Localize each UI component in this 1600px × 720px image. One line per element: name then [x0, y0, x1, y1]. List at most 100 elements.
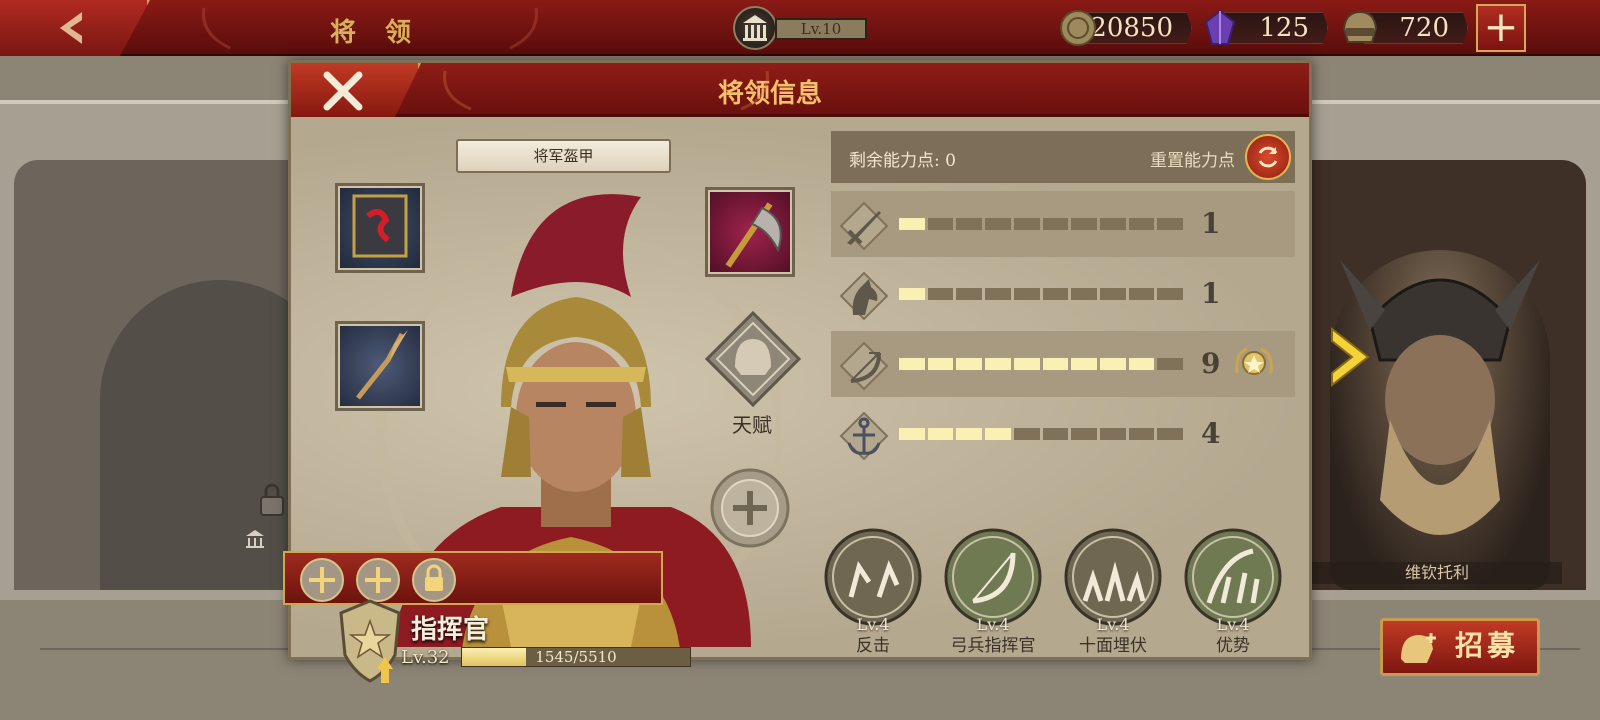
page-title: 将 领	[330, 18, 422, 48]
stat-segment	[1099, 218, 1126, 230]
dialog-title: 将领信息	[717, 79, 822, 109]
stat-segment	[1128, 428, 1155, 440]
equipment-slot-axe[interactable]	[705, 187, 795, 277]
armor-label[interactable]: 将军盔甲	[456, 139, 671, 173]
stat-segment	[1071, 288, 1097, 300]
coin-value: 20850	[1090, 13, 1173, 43]
stat-row[interactable]: 1	[831, 191, 1295, 257]
stat-value: 1	[1201, 207, 1221, 240]
chevron-right-icon[interactable]	[1328, 325, 1372, 389]
city-level-text: Lv.10	[775, 18, 867, 40]
stat-segment	[985, 218, 1011, 230]
temple-icon	[733, 6, 777, 50]
stat-segment	[1042, 428, 1069, 440]
horse-icon	[839, 271, 889, 321]
stat-bar	[899, 218, 1184, 230]
reset-points-button[interactable]	[1245, 134, 1291, 180]
stat-segment	[1013, 288, 1040, 300]
reset-points-label: 重置能力点	[1150, 151, 1235, 171]
stat-segment	[927, 428, 954, 440]
bow-icon	[839, 341, 889, 391]
stat-value: 9	[1201, 347, 1221, 380]
stat-segment	[899, 358, 925, 370]
stat-segment	[985, 288, 1011, 300]
stat-segment	[956, 358, 983, 370]
stat-segment	[927, 218, 954, 230]
top-bar: 将 领 Lv.10 20850 125 720 +	[0, 0, 1600, 56]
spqr-value: 720	[1399, 13, 1449, 43]
hero-level: Lv.32	[401, 647, 450, 668]
dialog-header: 将领信息	[291, 63, 1309, 117]
stat-row[interactable]: 4	[831, 401, 1295, 467]
ability-points-header: 剩余能力点: 0 重置能力点	[831, 131, 1295, 183]
stat-segment	[956, 288, 983, 300]
skill-name: 优势	[1216, 636, 1250, 656]
rank-shield-icon	[339, 599, 401, 683]
anchor-icon	[839, 411, 889, 461]
stat-value: 4	[1201, 417, 1221, 450]
city-level[interactable]: Lv.10	[733, 6, 867, 50]
back-button[interactable]	[0, 0, 150, 56]
stat-segment	[1099, 288, 1126, 300]
coin-icon	[1058, 8, 1098, 48]
dialog-body: 将军盔甲 天赋 指挥官 Lv.32 1545/5510 剩余能力点: 0 重置能…	[283, 117, 1309, 683]
skill-ambush[interactable]: Lv.4 十面埋伏	[1061, 527, 1165, 656]
add-resource-button[interactable]: +	[1476, 4, 1526, 52]
skill-name: 反击	[856, 636, 890, 656]
stat-segment	[899, 428, 925, 440]
skill-advantage[interactable]: Lv.4 优势	[1181, 527, 1285, 656]
sword-icon	[839, 201, 889, 251]
spear-icon	[356, 330, 408, 400]
laurel-left-icon	[202, 7, 231, 50]
stat-segment	[1099, 428, 1126, 440]
skill-level: Lv.4	[1216, 615, 1250, 634]
stat-segment	[1099, 358, 1126, 370]
xp-bar: 1545/5510	[461, 647, 691, 667]
stat-segment	[1128, 358, 1155, 370]
skill-counterattack-icon	[824, 528, 922, 626]
stat-value: 1	[1201, 277, 1221, 310]
laurel-right-icon	[740, 70, 769, 111]
add-slot-button[interactable]	[709, 467, 791, 549]
stat-bar	[899, 288, 1184, 300]
stat-segment	[985, 428, 1011, 440]
stat-segment	[1013, 358, 1040, 370]
stat-segment	[1071, 358, 1097, 370]
gem-icon	[1200, 8, 1240, 48]
stat-segment	[956, 218, 983, 230]
skill-name: 弓兵指挥官	[950, 636, 1036, 656]
stat-segment	[1128, 288, 1155, 300]
stat-segment	[927, 358, 954, 370]
skill-level: Lv.4	[976, 615, 1010, 634]
next-hero-portrait	[1330, 250, 1550, 590]
gem-value: 125	[1259, 13, 1309, 43]
skill-advantage-icon	[1184, 528, 1282, 626]
stat-segment	[985, 358, 1011, 370]
spqr-helmet-icon	[1338, 8, 1378, 48]
talent-button[interactable]	[703, 309, 803, 409]
skill-archer-commander-icon	[944, 528, 1042, 626]
recruit-button[interactable]: 招募	[1380, 618, 1540, 676]
refresh-icon	[1258, 146, 1278, 168]
skill-archer-commander[interactable]: Lv.4 弓兵指挥官	[941, 527, 1045, 656]
stat-row[interactable]: 1	[831, 261, 1295, 327]
stat-segment	[1042, 218, 1069, 230]
stat-segment	[1042, 358, 1069, 370]
equipment-slot-spear[interactable]	[335, 321, 425, 411]
equipment-slot-banner[interactable]	[335, 183, 425, 273]
stat-segment	[956, 428, 983, 440]
talent-label: 天赋	[732, 413, 772, 437]
skill-counterattack[interactable]: Lv.4 反击	[821, 527, 925, 656]
stat-segment	[1157, 288, 1184, 300]
skill-level: Lv.4	[1096, 615, 1130, 634]
hero-rank: 指挥官	[411, 615, 490, 645]
xp-text: 1545/5510	[535, 648, 617, 666]
lock-icon[interactable]	[411, 557, 457, 603]
stat-segment	[1071, 218, 1097, 230]
temple-icon	[246, 530, 264, 548]
stat-segment	[1013, 428, 1040, 440]
laurel-right-icon	[509, 7, 538, 50]
remaining-points: 剩余能力点: 0	[849, 151, 956, 171]
stat-row[interactable]: 9	[831, 331, 1295, 397]
stat-segment	[1157, 358, 1184, 370]
